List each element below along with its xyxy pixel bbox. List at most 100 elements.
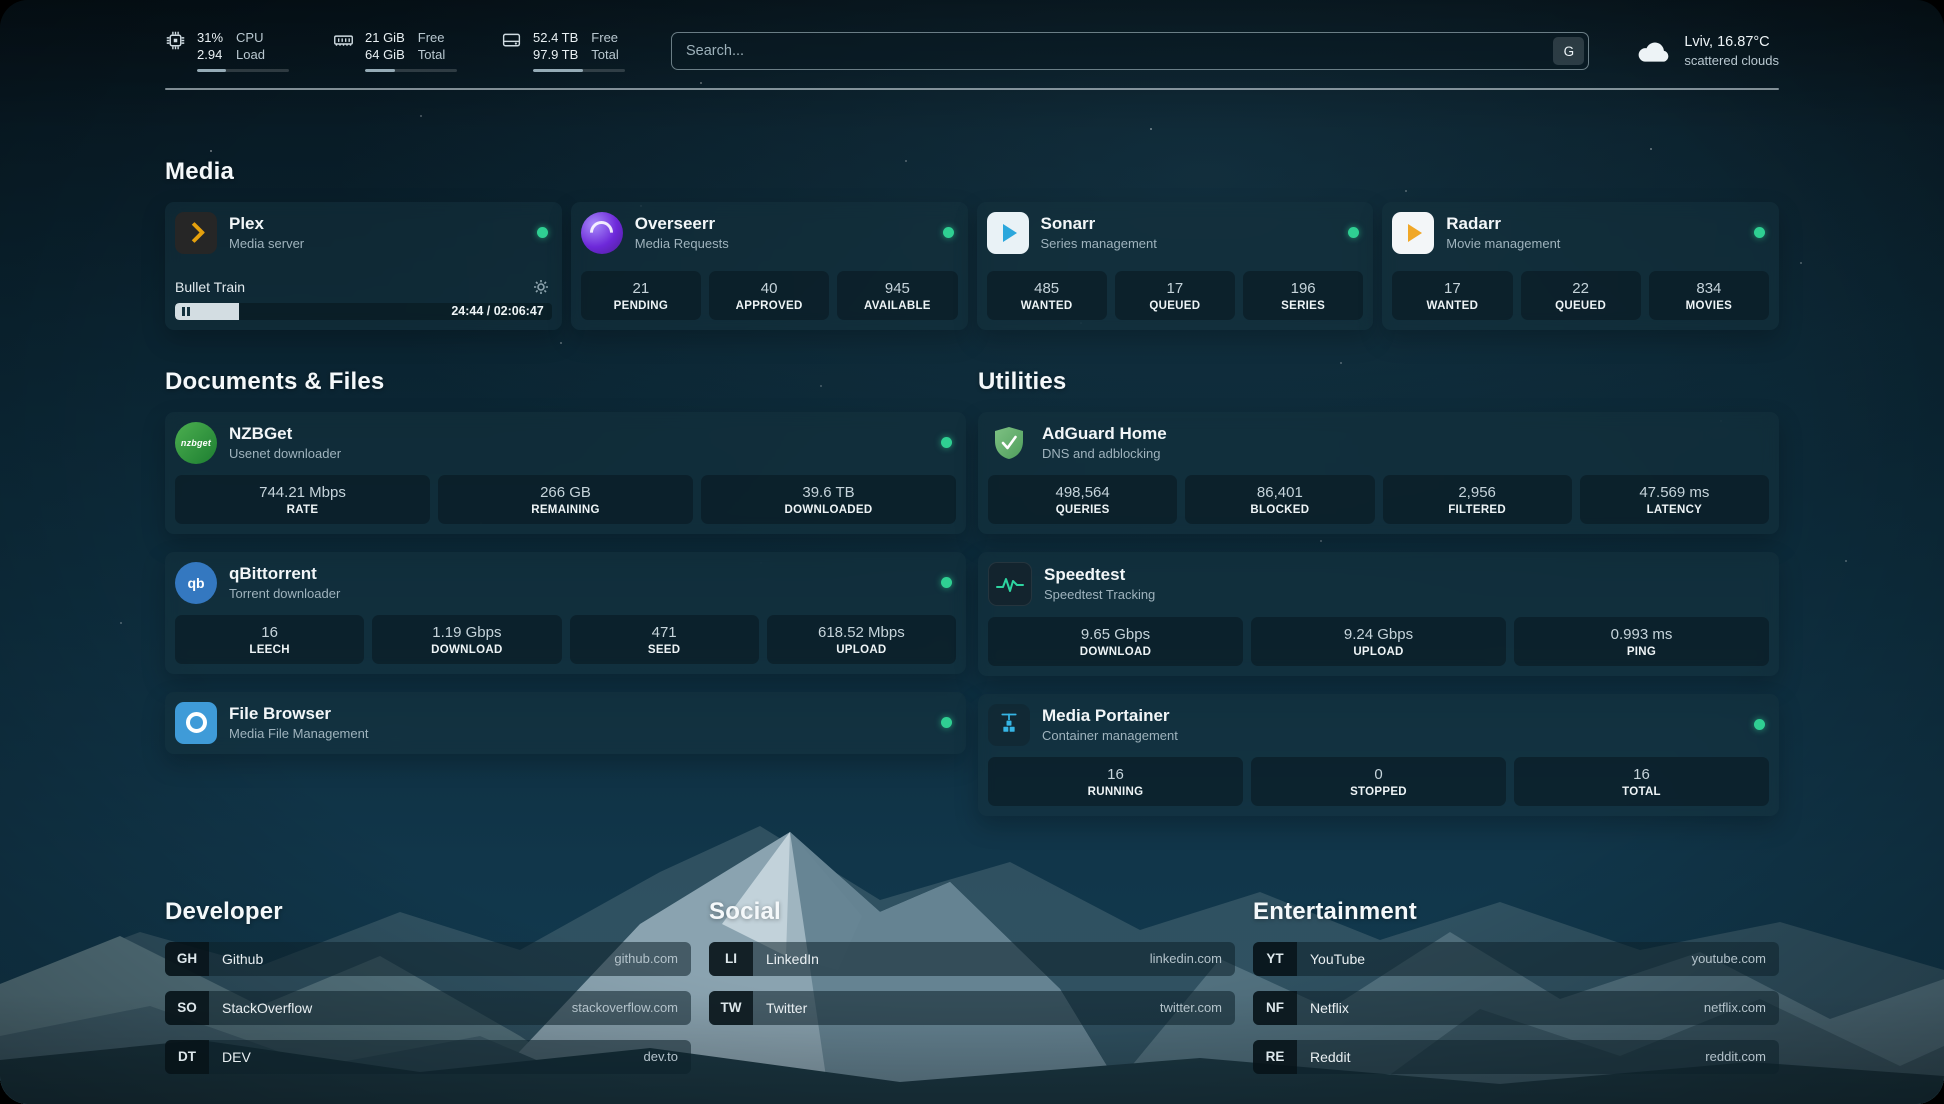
- cpu-icon: [165, 30, 186, 51]
- stat-total: 16 TOTAL: [1514, 757, 1769, 806]
- stat-remaining: 266 GB REMAINING: [438, 475, 693, 524]
- stat-wanted: 485 WANTED: [987, 271, 1107, 320]
- stat-seed: 471 SEED: [570, 615, 759, 664]
- disk-values: 52.4 TB 97.9 TB: [533, 30, 578, 64]
- status-dot: [537, 227, 548, 238]
- qbittorrent-card: qb qBittorrent Torrent downloader 16 LEE…: [165, 552, 966, 674]
- bookmark-netflix[interactable]: NF Netflix netflix.com: [1253, 991, 1779, 1025]
- radarr-service-link[interactable]: Radarr Movie management: [1392, 212, 1769, 254]
- status-dot: [941, 577, 952, 588]
- stat-queued: 22 QUEUED: [1521, 271, 1641, 320]
- gear-icon[interactable]: [530, 279, 552, 295]
- stat-leech: 16 LEECH: [175, 615, 364, 664]
- page-content: 31% 2.94 CPU Load: [0, 0, 1944, 1089]
- plex-icon: [175, 212, 217, 254]
- topbar-divider: [165, 88, 1779, 90]
- bookmark-dev[interactable]: DT DEV dev.to: [165, 1040, 691, 1074]
- search-bar: G: [671, 32, 1589, 70]
- entertainment-section-title: Entertainment: [1253, 898, 1779, 926]
- bookmark-linkedin[interactable]: LI LinkedIn linkedin.com: [709, 942, 1235, 976]
- dashboard-screen: 31% 2.94 CPU Load: [0, 0, 1944, 1104]
- nzbget-service-link[interactable]: nzbget NZBGet Usenet downloader: [175, 422, 956, 464]
- qbittorrent-service-link[interactable]: qb qBittorrent Torrent downloader: [175, 562, 956, 604]
- stat-latency: 47.569 ms LATENCY: [1580, 475, 1769, 524]
- stat-downloaded: 39.6 TB DOWNLOADED: [701, 475, 956, 524]
- adguard-shield-icon: [988, 422, 1030, 464]
- cpu-load-value: 2.94: [197, 47, 223, 64]
- bookmark-abbr: SO: [165, 991, 209, 1025]
- resource-widgets: 31% 2.94 CPU Load: [165, 30, 625, 72]
- memory-labels: Free Total: [418, 30, 445, 64]
- stat-series: 196 SERIES: [1243, 271, 1363, 320]
- service-desc: Movie management: [1446, 236, 1560, 251]
- memory-icon: [333, 30, 354, 51]
- nzbget-icon: nzbget: [175, 422, 217, 464]
- service-desc: Media Requests: [635, 236, 729, 251]
- search-provider-button[interactable]: G: [1553, 37, 1584, 65]
- cpu-widget: 31% 2.94 CPU Load: [165, 30, 289, 72]
- status-dot: [943, 227, 954, 238]
- service-name: NZBGet: [229, 424, 341, 444]
- cpu-progressbar: [197, 69, 289, 73]
- documents-column: Documents & Files nzbget NZBGet Usenet d…: [165, 368, 966, 834]
- filebrowser-service-link[interactable]: File Browser Media File Management: [175, 702, 956, 744]
- portainer-card: Media Portainer Container management 16 …: [978, 694, 1779, 816]
- bookmark-abbr: DT: [165, 1040, 209, 1074]
- overseerr-service-link[interactable]: Overseerr Media Requests: [581, 212, 958, 254]
- disk-widget: 52.4 TB 97.9 TB Free Total: [501, 30, 625, 72]
- sonarr-service-link[interactable]: Sonarr Series management: [987, 212, 1364, 254]
- bookmark-abbr: GH: [165, 942, 209, 976]
- overseerr-icon: [581, 212, 623, 254]
- service-desc: DNS and adblocking: [1042, 446, 1167, 461]
- filebrowser-icon: [175, 702, 217, 744]
- search-input[interactable]: [671, 32, 1589, 70]
- stat-approved: 40 APPROVED: [709, 271, 829, 320]
- developer-section-title: Developer: [165, 898, 691, 926]
- filebrowser-card: File Browser Media File Management: [165, 692, 966, 754]
- pause-icon[interactable]: [182, 307, 190, 316]
- cpu-usage: 31%: [197, 30, 223, 47]
- bookmark-github[interactable]: GH Github github.com: [165, 942, 691, 976]
- bookmark-youtube[interactable]: YT YouTube youtube.com: [1253, 942, 1779, 976]
- bookmark-stackoverflow[interactable]: SO StackOverflow stackoverflow.com: [165, 991, 691, 1025]
- bookmark-group-developer: Developer GH Github github.com SO StackO…: [165, 898, 691, 1089]
- bookmark-domain: twitter.com: [1160, 1000, 1235, 1015]
- bookmark-abbr: RE: [1253, 1040, 1297, 1074]
- service-desc: Usenet downloader: [229, 446, 341, 461]
- bookmark-name: Netflix: [1297, 1000, 1349, 1016]
- sonarr-icon: [987, 212, 1029, 254]
- service-name: Overseerr: [635, 214, 729, 234]
- bookmark-name: Twitter: [753, 1000, 807, 1016]
- documents-section-title: Documents & Files: [165, 368, 966, 396]
- portainer-service-link[interactable]: Media Portainer Container management: [988, 704, 1769, 746]
- stat-pending: 21 PENDING: [581, 271, 701, 320]
- overseerr-card: Overseerr Media Requests 21 PENDING 40 A…: [571, 202, 968, 330]
- utilities-column: Utilities: [978, 368, 1779, 834]
- bookmark-name: DEV: [209, 1049, 251, 1065]
- memory-progressbar: [365, 69, 457, 73]
- disk-labels: Free Total: [591, 30, 618, 64]
- cpu-progress-fill: [197, 69, 226, 73]
- adguard-service-link[interactable]: AdGuard Home DNS and adblocking: [988, 422, 1769, 464]
- service-desc: Container management: [1042, 728, 1178, 743]
- service-name: AdGuard Home: [1042, 424, 1167, 444]
- bookmark-domain: dev.to: [644, 1049, 691, 1064]
- service-desc: Series management: [1041, 236, 1157, 251]
- plex-service-link[interactable]: Plex Media server: [175, 212, 552, 254]
- bookmark-twitter[interactable]: TW Twitter twitter.com: [709, 991, 1235, 1025]
- social-section-title: Social: [709, 898, 1235, 926]
- sonarr-card: Sonarr Series management 485 WANTED 17 Q…: [977, 202, 1374, 330]
- status-dot: [941, 717, 952, 728]
- speedtest-service-link[interactable]: Speedtest Speedtest Tracking: [988, 562, 1769, 606]
- bookmark-domain: linkedin.com: [1150, 951, 1235, 966]
- topbar: 31% 2.94 CPU Load: [165, 30, 1779, 72]
- stat-blocked: 86,401 BLOCKED: [1185, 475, 1374, 524]
- cloud-icon: [1635, 39, 1671, 64]
- bookmark-name: Reddit: [1297, 1049, 1350, 1065]
- bookmark-domain: github.com: [614, 951, 691, 966]
- stat-available: 945 AVAILABLE: [837, 271, 957, 320]
- bookmark-reddit[interactable]: RE Reddit reddit.com: [1253, 1040, 1779, 1074]
- service-name: Radarr: [1446, 214, 1560, 234]
- playback-time: 24:44 / 02:06:47: [451, 304, 551, 318]
- status-dot: [941, 437, 952, 448]
